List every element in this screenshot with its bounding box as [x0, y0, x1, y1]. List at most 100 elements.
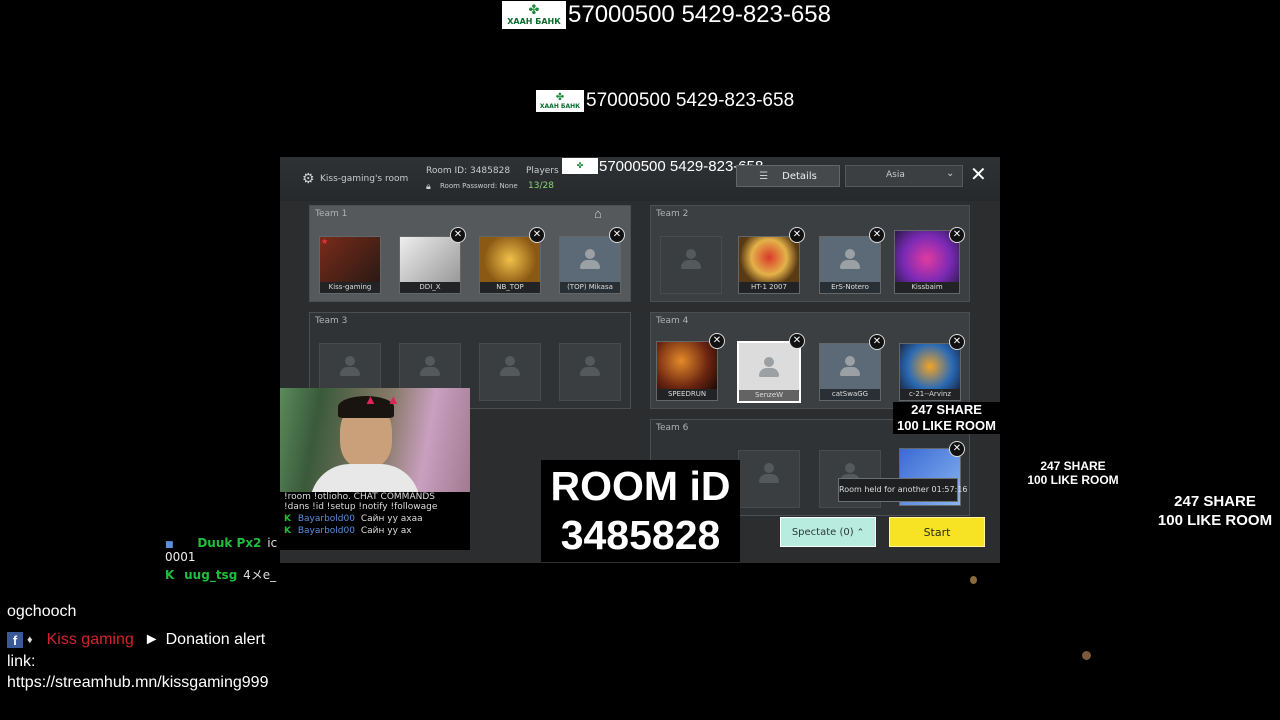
bank-banner-middle: ✤ ХААН БАНК 57000500 5429-823-658: [536, 89, 794, 113]
kick-icon[interactable]: ✕: [949, 227, 965, 243]
player-slot[interactable]: ErS-Notero: [819, 236, 881, 294]
player-slot[interactable]: [559, 343, 621, 401]
kick-icon[interactable]: ✕: [450, 227, 466, 243]
kick-logo-icon: K: [284, 514, 291, 524]
link-label: link:: [7, 653, 36, 670]
chat-commands-box: !room !otlioho. CHAT COMMANDS !dans !id …: [280, 492, 470, 550]
spectate-button[interactable]: Spectate (0) ⌃: [780, 517, 876, 547]
player-slot[interactable]: HT-1 2007: [738, 236, 800, 294]
player-slot[interactable]: catSwaGG: [819, 343, 881, 401]
bank-banner-top: ✤ ХААН БАНК 57000500 5429-823-658: [502, 0, 831, 29]
kick-icon[interactable]: ✕: [869, 334, 885, 350]
bank-account-text: 57000500 5429-823-658: [568, 0, 831, 28]
team-panel-4: Team 4 SPEEDRUN ✕ SenzeW ✕ catSwaGG ✕ c-…: [650, 312, 970, 409]
kick-icon[interactable]: ✕: [869, 227, 885, 243]
lock-icon: 🔒︎: [426, 181, 431, 191]
footer-line1: ogchooch: [7, 603, 77, 620]
kick-icon[interactable]: ✕: [789, 333, 805, 349]
share-like-overlay: 247 SHARE 100 LIKE ROOM: [893, 402, 1000, 434]
player-slot[interactable]: [738, 450, 800, 508]
bank-logo: ✤ ХААН БАНК: [502, 0, 566, 29]
chat-message: K Bayarbold00 Сайн уу ахаа: [284, 514, 423, 524]
bank-logo: ✤: [562, 158, 598, 174]
room-id-number: 3485828: [560, 512, 721, 558]
team-label: Team 1: [315, 209, 348, 219]
kick-icon[interactable]: ✕: [609, 227, 625, 243]
streamer-shirt: [310, 464, 420, 494]
avatar-placeholder-icon: [681, 249, 701, 269]
room-id-title: ROOM iD: [550, 463, 731, 509]
team-label: Team 3: [315, 316, 348, 326]
players-label: Players: [526, 166, 559, 176]
chat-message: 0001: [165, 550, 196, 564]
room-password: Room Password: None: [440, 182, 518, 190]
kick-icon[interactable]: ✕: [949, 334, 965, 350]
donation-alert-text: Donation alert: [165, 631, 266, 648]
player-slot[interactable]: (TOP) Mikasa: [559, 236, 621, 294]
close-icon[interactable]: ✕: [970, 162, 987, 187]
bank-logo: ✤ ХААН БАНК: [536, 90, 584, 112]
user-badge-icon: ■: [165, 540, 174, 550]
avatar-placeholder-icon: [580, 356, 600, 376]
clover-icon: ✤: [528, 2, 540, 18]
player-slot[interactable]: NB_TOP: [479, 236, 541, 294]
decor-sprite: [1082, 651, 1091, 660]
devil-horns-icon: ▲▲: [364, 392, 410, 407]
kick-icon[interactable]: ✕: [789, 227, 805, 243]
chevron-up-icon: ⌃: [856, 526, 865, 537]
avatar-placeholder-icon: [840, 249, 860, 269]
player-slot[interactable]: c-21--Arvinz: [899, 343, 961, 401]
donation-link[interactable]: https://streamhub.mn/kissgaming999: [7, 674, 268, 692]
avatar-placeholder-icon: [759, 463, 779, 483]
room-owner: Kiss-gaming's room: [320, 174, 409, 184]
chat-commands-list: !dans !id !setup !notify !followage: [284, 502, 438, 512]
details-button[interactable]: ☰ Details: [736, 165, 840, 187]
avatar-placeholder-icon: [340, 356, 360, 376]
start-button[interactable]: Start: [889, 517, 985, 547]
arrow-icon: ►: [143, 631, 160, 648]
decor-sprite: [970, 576, 977, 584]
bank-account-text: 57000500 5429-823-658: [586, 90, 795, 111]
team-panel-1: Team 1 ⌂ ★ Kiss-gaming DDI_X ✕ NB_TOP ✕ …: [309, 205, 631, 302]
kick-icon[interactable]: ✕: [529, 227, 545, 243]
facebook-icon: f: [7, 632, 23, 648]
avatar-placeholder-icon: [759, 357, 779, 377]
kick-logo-icon: K: [284, 526, 291, 536]
team-label: Team 2: [656, 209, 689, 219]
player-slot[interactable]: SenzeW: [737, 341, 801, 403]
channel-name: Kiss gaming: [46, 631, 134, 648]
kick-icon[interactable]: ✕: [949, 441, 965, 457]
player-slot[interactable]: ★ Kiss-gaming: [319, 236, 381, 294]
chevron-down-icon: ⌄: [946, 168, 955, 179]
players-count: 13/28: [528, 181, 554, 191]
team-panel-2: Team 2 HT-1 2007 ✕ ErS-Notero ✕ Kissbaim…: [650, 205, 970, 302]
avatar-placeholder-icon: [580, 249, 600, 269]
gear-icon[interactable]: ⚙: [302, 170, 315, 187]
host-badge-icon: ★: [321, 237, 329, 246]
player-slot[interactable]: SPEEDRUN: [656, 341, 718, 401]
kick-icon[interactable]: ✕: [709, 333, 725, 349]
clover-icon: ✤: [555, 91, 565, 103]
share-like-overlay: 247 SHARE 100 LIKE ROOM: [1157, 493, 1273, 529]
webcam-feed: ▲▲: [280, 388, 470, 494]
fire-icon: ♦: [27, 634, 33, 646]
chat-message: K Bayarbold00 Сайн уу ах: [284, 526, 412, 536]
left-chat: ■ Duuk Px2 ic 0001 K uug_tsg 4メe_: [165, 536, 295, 583]
home-icon: ⌂: [594, 206, 602, 221]
region-select[interactable]: Asia ⌄: [845, 165, 963, 187]
avatar-placeholder-icon: [840, 356, 860, 376]
room-id-overlay: ROOM iD 3485828: [541, 460, 740, 562]
team-label: Team 4: [656, 316, 689, 326]
bank-banner-window: ✤ 57000500 5429-823-658: [562, 157, 763, 175]
player-slot[interactable]: [479, 343, 541, 401]
room-top-bar: ⚙ Kiss-gaming's room Room ID: 3485828 🔒︎…: [280, 157, 1000, 201]
player-slot[interactable]: DDI_X: [399, 236, 461, 294]
chat-commands-header: !room !otlioho. CHAT COMMANDS: [284, 492, 435, 502]
region-value: Asia: [886, 170, 905, 180]
player-slot[interactable]: [660, 236, 722, 294]
share-like-overlay: 247 SHARE 100 LIKE ROOM: [1027, 459, 1119, 487]
avatar-placeholder-icon: [420, 356, 440, 376]
team-label: Team 6: [656, 423, 689, 433]
avatar-placeholder-icon: [500, 356, 520, 376]
chat-message: K uug_tsg 4メe_: [165, 568, 277, 582]
